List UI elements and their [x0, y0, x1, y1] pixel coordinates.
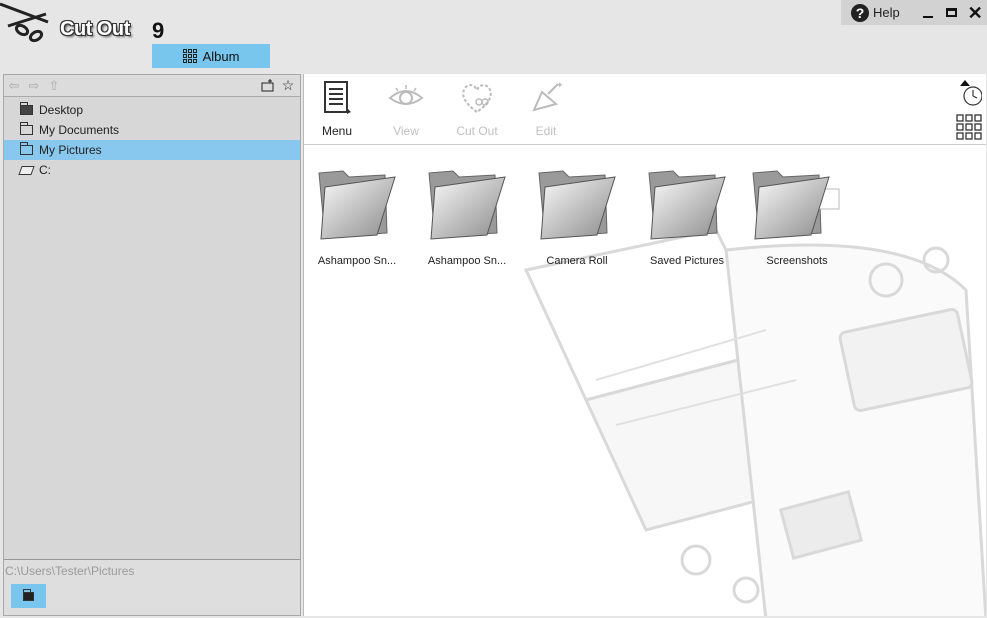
- folder-icon: [318, 170, 396, 240]
- back-button[interactable]: ⇦: [4, 76, 24, 96]
- folder-icon: [20, 142, 33, 155]
- tree-item-desktop[interactable]: Desktop: [4, 100, 300, 120]
- folder-name: Camera Roll: [546, 255, 608, 267]
- app-logo: Cut Out 9: [0, 0, 180, 44]
- folder-icon: [20, 122, 33, 135]
- folder-icon: [648, 170, 726, 240]
- folder-name: Screenshots: [766, 255, 828, 267]
- camera-background-illustration: [523, 230, 986, 616]
- minimize-button[interactable]: [916, 0, 940, 25]
- arrow-right-icon: ⇨: [28, 77, 40, 93]
- view-options: [952, 76, 982, 140]
- tree-item-label: C:: [39, 163, 51, 177]
- forward-button[interactable]: ⇨: [24, 76, 44, 96]
- maximize-icon: [945, 8, 957, 17]
- edit-button[interactable]: ✦ Edit: [516, 80, 576, 138]
- folder-tree-panel: ⇦ ⇨ ⇧ ☆ Desktop My Documents My Pictures: [3, 74, 301, 616]
- view-button[interactable]: View: [376, 80, 436, 138]
- folder-name: Saved Pictures: [650, 255, 724, 267]
- toolbar: Menu View Cut Out ✦ Edit: [304, 74, 986, 145]
- folder-tree: Desktop My Documents My Pictures C:: [4, 97, 300, 180]
- folder-icon: [538, 170, 616, 240]
- album-tab[interactable]: Album: [152, 44, 270, 68]
- menu-icon: [324, 81, 351, 114]
- sort-history-button[interactable]: [952, 76, 982, 110]
- tree-item-my-pictures[interactable]: My Pictures: [4, 140, 300, 160]
- folder-name: Ashampoo Sn...: [427, 255, 507, 267]
- tree-item-label: My Documents: [39, 123, 120, 137]
- tree-item-label: My Pictures: [39, 143, 102, 157]
- view-label: View: [393, 124, 419, 138]
- edit-wand-icon: ✦: [532, 81, 564, 112]
- cut-out-label: Cut Out: [456, 124, 498, 138]
- up-button[interactable]: ⇧: [44, 76, 64, 96]
- star-icon: ☆: [281, 76, 295, 93]
- window-controls: ? Help ✕: [841, 0, 987, 25]
- favorite-button[interactable]: ☆: [278, 75, 298, 95]
- new-folder-icon: [261, 78, 274, 91]
- tree-item-label: Desktop: [39, 103, 84, 117]
- folder-icon: [23, 588, 34, 601]
- tree-nav-bar: ⇦ ⇨ ⇧ ☆: [4, 75, 300, 97]
- menu-button[interactable]: Menu: [307, 80, 367, 138]
- grid-icon: [182, 49, 197, 63]
- logo-version: 9: [152, 18, 165, 43]
- current-path: C:\Users\Tester\Pictures: [5, 564, 135, 578]
- folder-icon: [752, 170, 840, 240]
- folder-item[interactable]: Ashampoo Sn...: [417, 163, 517, 267]
- album-tab-label: Album: [202, 48, 240, 64]
- folder-item[interactable]: Camera Roll: [527, 163, 627, 267]
- folder-item[interactable]: Saved Pictures: [637, 163, 737, 267]
- close-button[interactable]: ✕: [963, 0, 987, 25]
- cut-out-button[interactable]: Cut Out: [447, 80, 507, 138]
- help-icon: ?: [851, 3, 869, 22]
- close-icon: ✕: [967, 2, 983, 23]
- arrow-up-icon: ⇧: [48, 77, 60, 93]
- tree-item-c-drive[interactable]: C:: [4, 160, 300, 180]
- minimize-icon: [922, 15, 933, 18]
- drive-icon: [18, 165, 35, 175]
- eye-icon: [388, 85, 424, 105]
- edit-label: Edit: [535, 124, 557, 138]
- folder-item[interactable]: Ashampoo Sn...: [307, 163, 407, 267]
- menu-label: Menu: [321, 124, 353, 138]
- folder-icon: [428, 170, 506, 240]
- folder-name: Ashampoo Sn...: [317, 255, 397, 267]
- heart-scissors-icon: [462, 84, 492, 114]
- logo-text: Cut Out: [60, 18, 130, 40]
- folder-grid: Ashampoo Sn... Ashampoo Sn... Camera Rol…: [304, 145, 986, 616]
- arrow-left-icon: ⇦: [8, 77, 20, 93]
- desktop-folder-icon: [20, 102, 33, 115]
- svg-text:✦: ✦: [556, 81, 564, 91]
- folder-item[interactable]: Screenshots: [747, 163, 847, 267]
- path-footer: C:\Users\Tester\Pictures: [4, 559, 300, 615]
- grid-view-button[interactable]: [956, 114, 982, 140]
- help-label: Help: [873, 5, 900, 20]
- open-folder-button[interactable]: [11, 584, 46, 608]
- scissors-icon: [0, 2, 49, 43]
- new-folder-button[interactable]: [258, 75, 278, 95]
- tree-item-my-documents[interactable]: My Documents: [4, 120, 300, 140]
- maximize-button[interactable]: [939, 0, 963, 25]
- album-main: Menu View Cut Out ✦ Edit Ashampoo Sn... …: [303, 74, 986, 616]
- help-button[interactable]: ? Help: [841, 3, 916, 22]
